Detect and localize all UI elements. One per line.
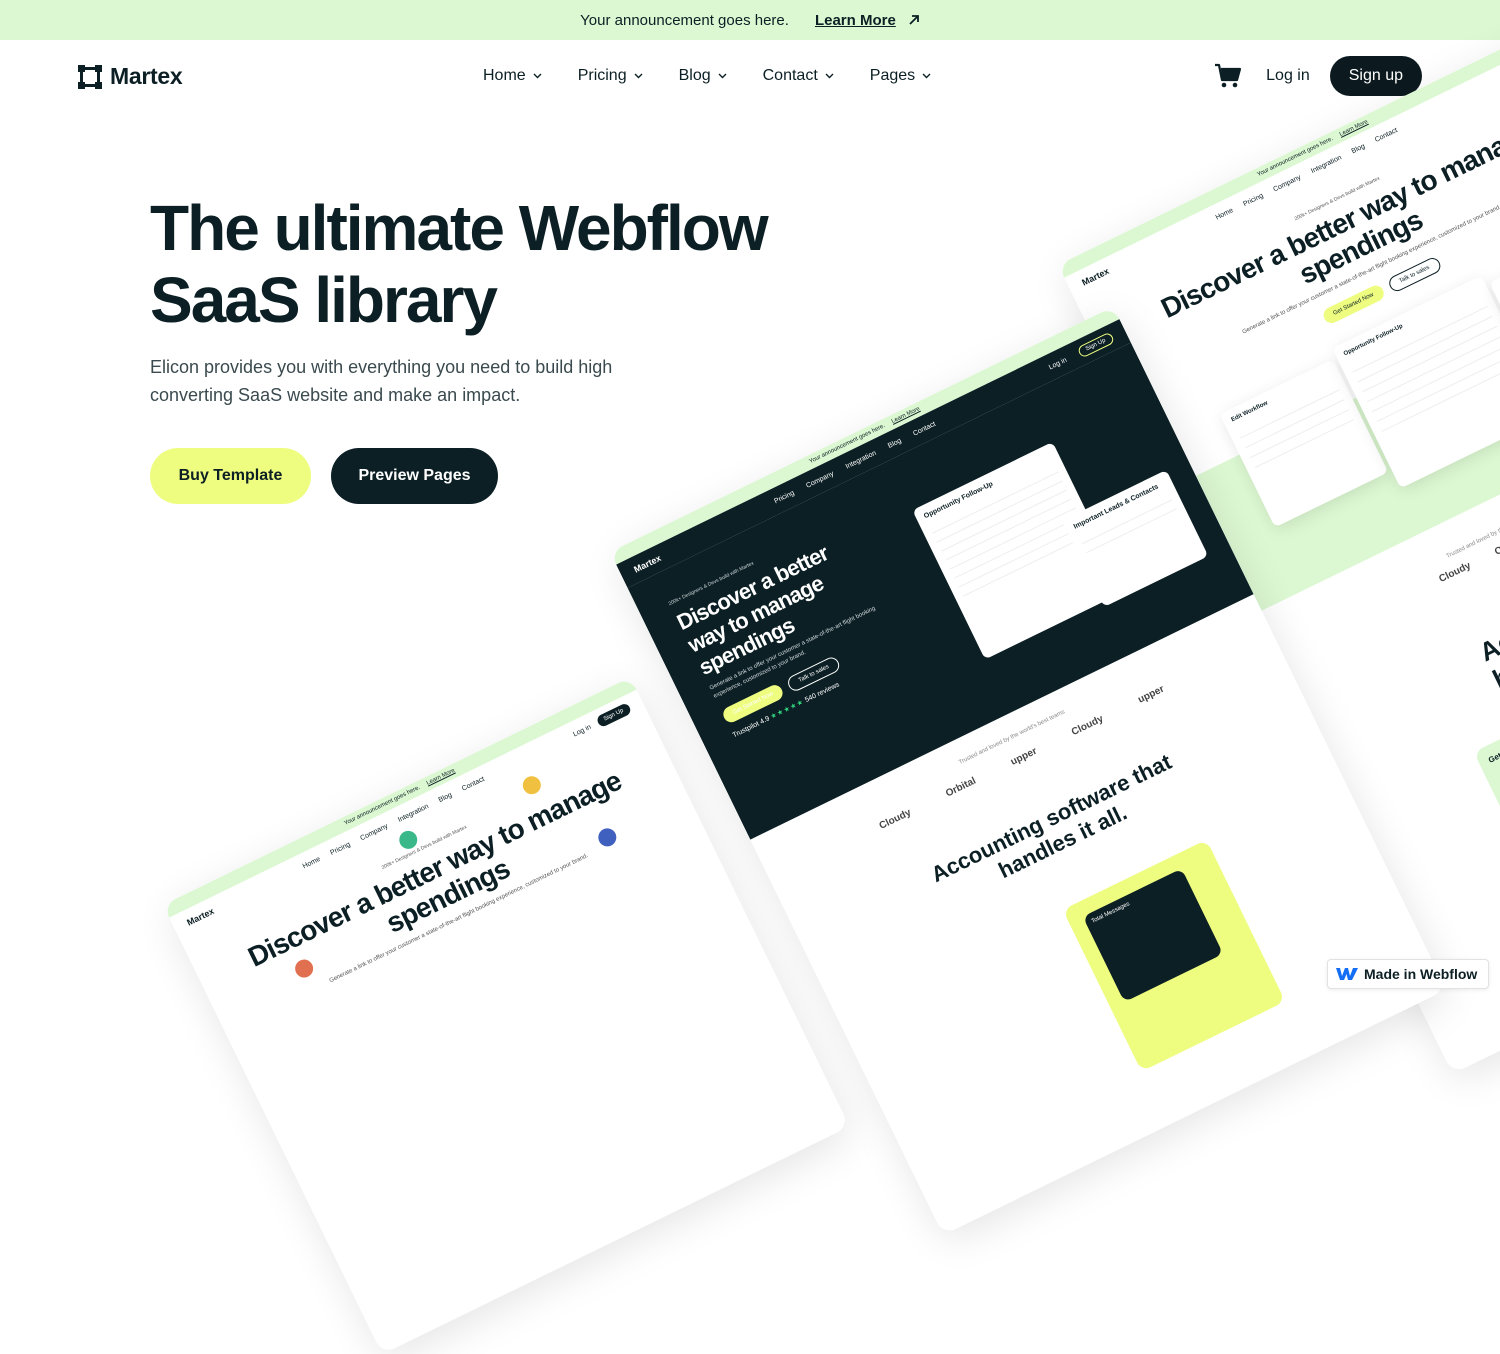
mock-accounting-title: Accounting software that handles it all.	[1474, 504, 1500, 695]
mock-brand: Martex	[632, 552, 663, 575]
mock-logo: upper	[1008, 745, 1039, 768]
made-in-webflow-label: Made in Webflow	[1364, 966, 1478, 982]
chevron-down-icon	[718, 73, 727, 79]
menu-item-blog[interactable]: Blog	[679, 67, 727, 85]
mock-link: Blog	[886, 437, 903, 450]
chevron-down-icon	[533, 73, 542, 79]
mock-logo: Cloudy	[1069, 713, 1106, 739]
mock-chart-title: Total Messages	[1090, 901, 1131, 925]
menu-item-pages[interactable]: Pages	[870, 67, 931, 85]
mock-link: Contact	[1373, 126, 1399, 144]
brand-name: Martex	[110, 63, 183, 89]
mock-link: Contact	[911, 420, 937, 438]
menu-item-label: Pricing	[577, 67, 627, 84]
brand-logo[interactable]: Martex	[78, 63, 183, 90]
navbar: Martex Home Pricing Blog Contact Pages L…	[0, 40, 1500, 112]
mock-link: Company	[359, 822, 390, 842]
mock-logo: Cloudy	[877, 807, 913, 832]
signup-button[interactable]: Sign up	[1329, 56, 1422, 96]
learn-more-label: Learn More	[814, 11, 896, 29]
learn-more-link[interactable]: Learn More	[815, 12, 920, 29]
menu-item-home[interactable]: Home	[483, 67, 542, 85]
menu-item-contact[interactable]: Contact	[763, 67, 834, 85]
mock-link: Integration	[1309, 153, 1343, 175]
mock-link: Integration	[844, 449, 878, 471]
mock-link: Pricing	[1242, 191, 1265, 208]
mock-link: Pricing	[329, 840, 352, 857]
menu-item-pricing[interactable]: Pricing	[578, 67, 643, 85]
mock-link: Contact	[460, 775, 486, 793]
buy-template-button[interactable]: Buy Template	[150, 448, 311, 504]
mock-link: Blog	[437, 791, 454, 804]
announcement-bar: Your announcement goes here. Learn More	[0, 0, 1500, 40]
made-in-webflow-badge[interactable]: Made in Webflow	[1327, 959, 1489, 989]
logo-mark-icon	[78, 64, 102, 89]
mock-logo: Orbital	[944, 775, 978, 800]
mock-chart-card: Total Messages	[1082, 868, 1224, 1003]
announcement-text: Your announcement goes here.	[580, 11, 789, 29]
main-menu: Home Pricing Blog Contact Pages	[483, 40, 931, 112]
cart-icon[interactable]	[1214, 63, 1242, 89]
mock-brand: Martex	[185, 905, 216, 928]
mock-login: Log in	[1047, 356, 1068, 371]
preview-pages-button[interactable]: Preview Pages	[331, 448, 498, 504]
nav-actions: Log in Sign up	[1214, 56, 1422, 96]
mock-brand: Martex	[1080, 265, 1111, 288]
menu-item-label: Contact	[762, 67, 818, 84]
mock-visibility-card: Get complete visibility	[1473, 673, 1500, 941]
hero-title: The ultimate Webflow SaaS library	[150, 192, 769, 336]
login-link[interactable]: Log in	[1262, 67, 1310, 85]
menu-item-label: Home	[483, 67, 526, 84]
webflow-logo-icon	[1336, 967, 1358, 981]
mock-link: Company	[804, 469, 835, 490]
mock-yellow-card: Total Messages	[1062, 839, 1286, 1072]
chevron-down-icon	[634, 73, 643, 79]
mock-login: Log in	[571, 723, 593, 738]
arrow-up-right-icon	[908, 14, 920, 26]
chevron-down-icon	[825, 73, 834, 79]
mock-link: Pricing	[773, 489, 796, 505]
mock-link: Home	[1214, 206, 1235, 222]
menu-item-label: Pages	[869, 67, 916, 84]
chevron-down-icon	[922, 73, 931, 79]
mock-link: Company	[1272, 173, 1303, 194]
mock-logo: upper	[1136, 683, 1167, 706]
mock-visibility-title: Get complete visibility	[1486, 719, 1500, 765]
menu-item-label: Blog	[678, 67, 711, 84]
mock-logo: Cloudy	[1437, 560, 1473, 585]
mock-link: Blog	[1350, 142, 1367, 155]
hero-subtitle: Elicon provides you with everything you …	[150, 357, 613, 405]
mock-link: Home	[301, 855, 322, 870]
mock-link: Integration	[396, 802, 430, 824]
